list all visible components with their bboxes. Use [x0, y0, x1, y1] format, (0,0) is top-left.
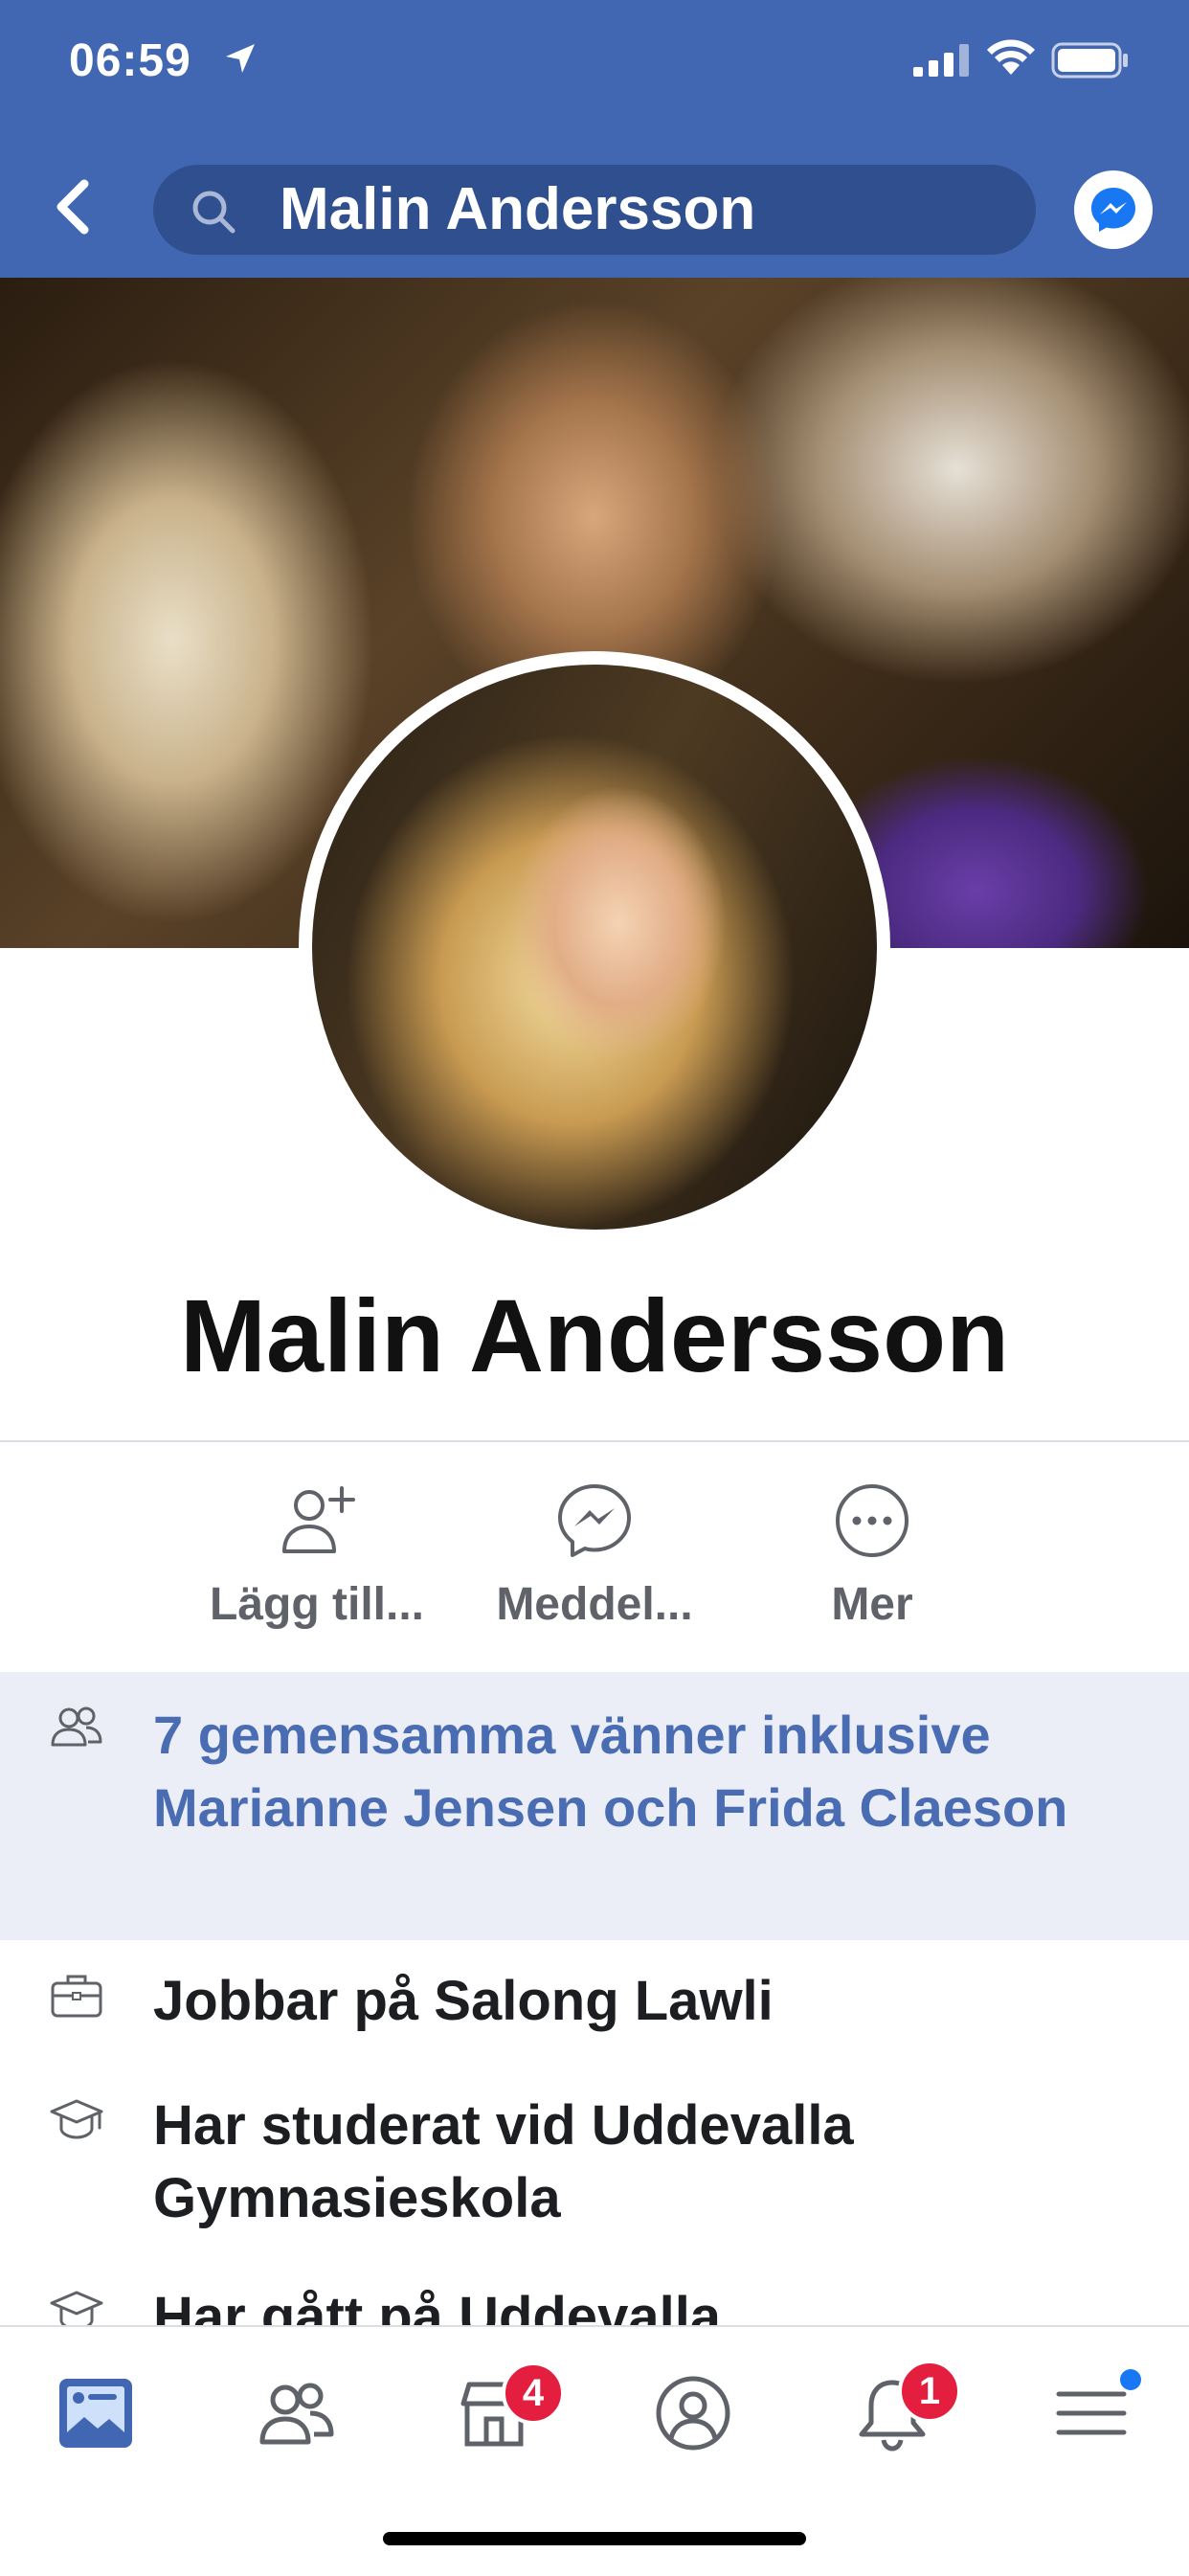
marketplace-badge: 4: [502, 2361, 565, 2425]
profile-photo-image: [312, 665, 877, 1230]
home-indicator: [383, 2532, 806, 2545]
graduation-cap-icon: [50, 2099, 103, 2139]
work-place[interactable]: Salong Lawli: [434, 1970, 774, 2032]
graduation-cap-icon: [50, 2291, 103, 2329]
add-friend-icon: [282, 1486, 355, 1553]
battery-icon: [1051, 42, 1128, 79]
highschool-info[interactable]: Har gått på Uddevalla: [0, 2281, 1189, 2329]
add-friend-label: Lägg till...: [210, 1579, 424, 1630]
menu-notification-dot: [1120, 2369, 1141, 2390]
location-arrow-icon: [226, 44, 255, 73]
friends-icon: [51, 1706, 102, 1747]
work-prefix: Jobbar på: [153, 1970, 435, 2032]
tab-notifications[interactable]: 1: [844, 2360, 961, 2461]
mutual-friends-text: 7 gemensamma vänner inklusive Marianne J…: [153, 1705, 1068, 1838]
education-text: Har studerat vid Uddevalla Gymnasieskola: [153, 2090, 1110, 2235]
add-friend-button[interactable]: Lägg till...: [178, 1482, 456, 1655]
search-icon: [192, 191, 236, 234]
notifications-badge: 1: [898, 2360, 961, 2423]
message-label: Meddel...: [496, 1579, 693, 1630]
more-button[interactable]: Mer: [733, 1482, 1011, 1655]
divider: [0, 1440, 1189, 1442]
news-feed-icon: [59, 2379, 132, 2448]
work-text: Jobbar på Salong Lawli: [153, 1965, 1110, 2038]
top-bar: 06:59 Malin Andersson: [0, 0, 1189, 278]
friends-tab-icon: [259, 2383, 334, 2445]
message-button[interactable]: Meddel...: [456, 1482, 733, 1655]
mutual-friends-banner[interactable]: 7 gemensamma vänner inklusive Marianne J…: [0, 1672, 1189, 1940]
highschool-text: Har gått på Uddevalla: [153, 2281, 1110, 2329]
profile-tab-icon: [656, 2376, 730, 2451]
more-label: Mer: [831, 1579, 913, 1630]
highschool-prefix: Har gått på: [153, 2286, 460, 2329]
messenger-button[interactable]: [1074, 170, 1153, 249]
tab-news-feed[interactable]: [48, 2365, 144, 2461]
signal-icon: [913, 44, 969, 77]
wifi-icon: [987, 39, 1035, 75]
messenger-icon: [1091, 188, 1135, 232]
tab-menu[interactable]: [1043, 2365, 1141, 2461]
highschool-place[interactable]: Uddevalla: [459, 2286, 721, 2329]
tab-marketplace[interactable]: 4: [446, 2361, 565, 2461]
message-icon: [558, 1484, 631, 1557]
search-bar[interactable]: Malin Andersson: [153, 165, 1036, 255]
status-time: 06:59: [69, 35, 191, 86]
education-prefix: Har studerat vid: [153, 2094, 592, 2157]
tab-profile[interactable]: [645, 2365, 741, 2461]
profile-name: Malin Andersson: [179, 1277, 1010, 1393]
briefcase-icon: [51, 1975, 102, 2018]
back-chevron-icon: [56, 179, 89, 235]
profile-picture[interactable]: [299, 651, 890, 1243]
tab-friends[interactable]: [249, 2365, 345, 2461]
search-text: Malin Andersson: [280, 176, 756, 242]
more-icon: [836, 1484, 909, 1557]
menu-icon: [1056, 2391, 1127, 2435]
back-button[interactable]: [50, 178, 98, 236]
